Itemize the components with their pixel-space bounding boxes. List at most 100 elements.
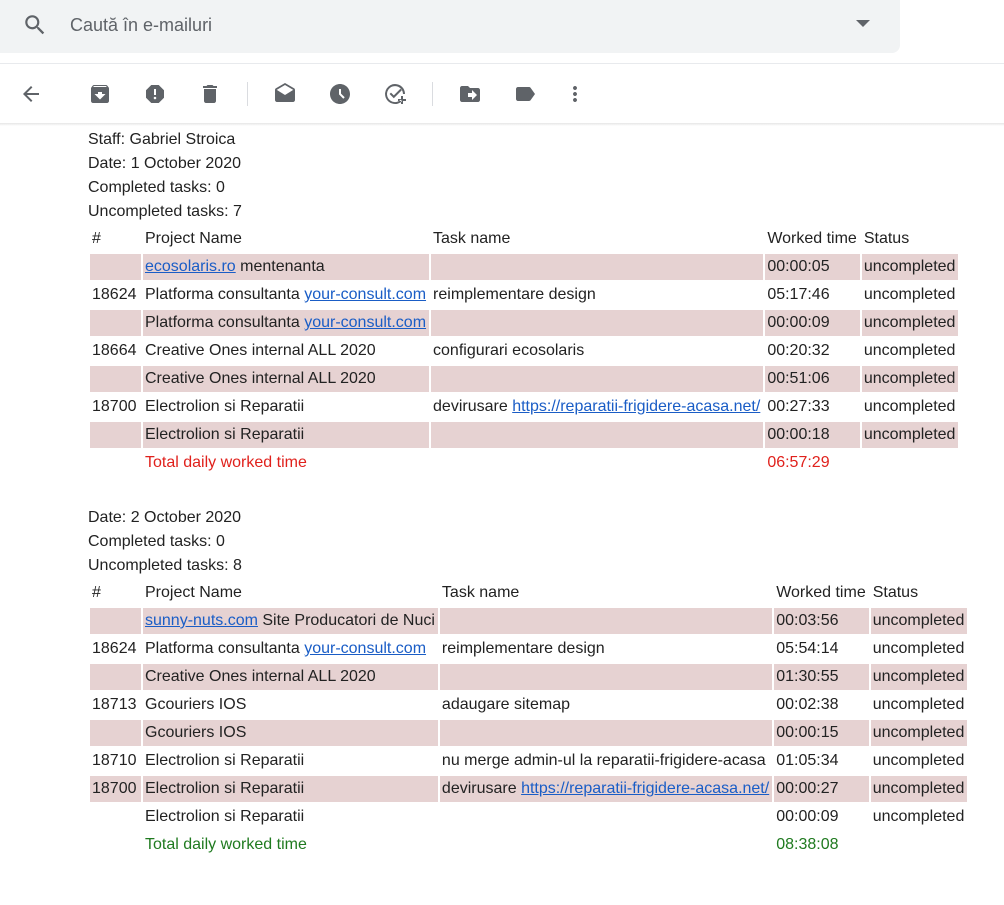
more-options-icon[interactable] xyxy=(563,82,587,106)
email-body: Staff: Gabriel Stroica Date: 1 October 2… xyxy=(88,128,969,860)
move-to-icon[interactable] xyxy=(458,82,482,106)
back-icon[interactable] xyxy=(19,82,43,106)
col-time-header: Worked time xyxy=(776,584,866,601)
task-id-cell: 18664 xyxy=(92,342,137,359)
task-id-cell: 18624 xyxy=(92,640,137,657)
message-toolbar xyxy=(0,64,1004,124)
project-link[interactable]: your-consult.com xyxy=(304,286,426,303)
project-link[interactable]: sunny-nuts.com xyxy=(145,612,258,629)
report-1-rows: ecosolaris.ro mentenanta 00:00:05 uncomple… xyxy=(90,254,959,448)
task-id-cell xyxy=(90,366,141,392)
archive-icon[interactable] xyxy=(88,82,112,106)
status-cell: uncompleted xyxy=(861,254,959,280)
project-link[interactable]: your-consult.com xyxy=(304,640,426,657)
total-time: 08:38:08 xyxy=(776,836,839,853)
total-label: Total daily worked time xyxy=(145,836,307,853)
task-id-cell: 18713 xyxy=(92,696,137,713)
total-spacer xyxy=(871,832,968,858)
add-task-icon[interactable] xyxy=(383,82,407,106)
project-cell: Electrolion si Reparatii xyxy=(143,776,438,802)
worked-time-cell: 05:54:14 xyxy=(776,640,839,657)
project-name: mentenanta xyxy=(235,258,325,275)
mark-unread-icon[interactable] xyxy=(273,82,297,106)
worked-time-cell: 00:00:09 xyxy=(776,808,839,825)
search-icon[interactable] xyxy=(22,12,48,38)
table-row: Electrolion si Reparatii 00:00:18 uncomple… xyxy=(90,422,959,448)
project-link[interactable]: your-consult.com xyxy=(304,314,426,331)
task-name: nu merge admin-ul la reparatii-frigidere… xyxy=(441,752,766,769)
toolbar-shadow xyxy=(0,123,1004,126)
task-name: devirusare xyxy=(441,780,522,797)
worked-time-cell: 01:05:34 xyxy=(776,752,839,769)
worked-time-cell: 00:27:33 xyxy=(767,398,830,415)
project-name: Electrolion si Reparatii xyxy=(145,780,305,797)
project-cell: Electrolion si Reparatii xyxy=(143,422,430,448)
status-cell: uncompleted xyxy=(861,366,959,392)
table-row: Creative Ones internal ALL 2020 00:51:06 u… xyxy=(90,366,959,392)
task-id-cell xyxy=(90,310,141,336)
col-project-header: Project Name xyxy=(145,230,242,247)
project-name: Platforma consultanta xyxy=(145,640,305,657)
search-options-dropdown-icon[interactable] xyxy=(856,20,870,27)
project-cell: Platforma consultanta your-consult.com xyxy=(143,636,438,662)
delete-icon[interactable] xyxy=(198,82,222,106)
table-row: Creative Ones internal ALL 2020 01:30:55 u… xyxy=(90,664,968,690)
completed-tasks-line: Completed tasks: 0 xyxy=(88,179,225,196)
col-time-header: Worked time xyxy=(767,230,857,247)
table-row: Gcouriers IOS 00:00:15 uncompleted xyxy=(90,720,968,746)
task-id-cell: 18700 xyxy=(92,398,137,415)
status-cell: uncompleted xyxy=(870,776,968,802)
snooze-icon[interactable] xyxy=(328,82,352,106)
status-cell: uncompleted xyxy=(872,640,965,657)
table-row: 18624 Platforma consultanta your-consult.… xyxy=(90,636,967,662)
col-project-header: Project Name xyxy=(145,584,242,601)
task-link[interactable]: https://reparatii-frigidere-acasa.net/ xyxy=(521,780,769,797)
project-cell: ecosolaris.ro mentenanta xyxy=(143,254,430,280)
report-spam-icon[interactable] xyxy=(143,82,167,106)
task-cell: nu merge admin-ul la reparatii-frigidere… xyxy=(440,748,772,774)
label-icon[interactable] xyxy=(513,82,537,106)
total-row: Total daily worked time 06:57:29 xyxy=(90,450,958,476)
worked-time-cell: 00:51:06 xyxy=(765,366,860,392)
task-name: configurari ecosolaris xyxy=(433,342,585,359)
search-bar xyxy=(0,0,900,53)
project-cell: Gcouriers IOS xyxy=(143,720,438,746)
task-cell xyxy=(431,310,764,336)
task-name: reimplementare design xyxy=(441,640,605,657)
status-cell: uncompleted xyxy=(870,608,968,634)
table-row: ecosolaris.ro mentenanta 00:00:05 uncomple… xyxy=(90,254,959,280)
task-link[interactable]: https://reparatii-frigidere-acasa.net/ xyxy=(512,398,760,415)
table-row: 18664 Creative Ones internal ALL 2020 conf… xyxy=(90,338,958,364)
task-name: devirusare xyxy=(433,398,513,415)
status-cell: uncompleted xyxy=(863,286,956,303)
status-cell: uncompleted xyxy=(861,422,959,448)
task-cell xyxy=(439,664,773,690)
project-link[interactable]: ecosolaris.ro xyxy=(145,258,236,275)
status-cell: uncompleted xyxy=(863,398,956,415)
project-name: Electrolion si Reparatii xyxy=(145,426,305,443)
search-input[interactable] xyxy=(70,13,830,37)
project-cell: Electrolion si Reparatii xyxy=(143,394,429,420)
total-row: Total daily worked time 08:38:08 xyxy=(90,832,967,858)
task-cell: adaugare sitemap xyxy=(440,692,772,718)
date-line: Date: 2 October 2020 xyxy=(88,509,241,526)
worked-time-cell: 00:20:32 xyxy=(767,342,830,359)
status-cell: uncompleted xyxy=(870,664,968,690)
col-task-header: Task name xyxy=(441,584,520,601)
project-name: Gcouriers IOS xyxy=(145,724,247,741)
task-id-cell: 18624 xyxy=(92,286,137,303)
date-line: Date: 1 October 2020 xyxy=(88,155,241,172)
project-name: Creative Ones internal ALL 2020 xyxy=(145,370,376,387)
project-name: Creative Ones internal ALL 2020 xyxy=(145,342,376,359)
col-status-header: Status xyxy=(863,230,910,247)
worked-time-cell: 05:17:46 xyxy=(767,286,830,303)
report-2-meta: Date: 2 October 2020 Completed tasks: 0 … xyxy=(88,506,969,578)
col-num-header: # xyxy=(92,230,101,247)
table-header-row: # Project Name Task name Worked time Sta… xyxy=(90,580,967,606)
status-cell: uncompleted xyxy=(861,310,959,336)
status-cell: uncompleted xyxy=(870,720,968,746)
project-cell: Platforma consultanta your-consult.com xyxy=(143,282,429,308)
task-cell xyxy=(431,422,764,448)
task-cell xyxy=(439,720,773,746)
completed-tasks-line: Completed tasks: 0 xyxy=(88,533,225,550)
